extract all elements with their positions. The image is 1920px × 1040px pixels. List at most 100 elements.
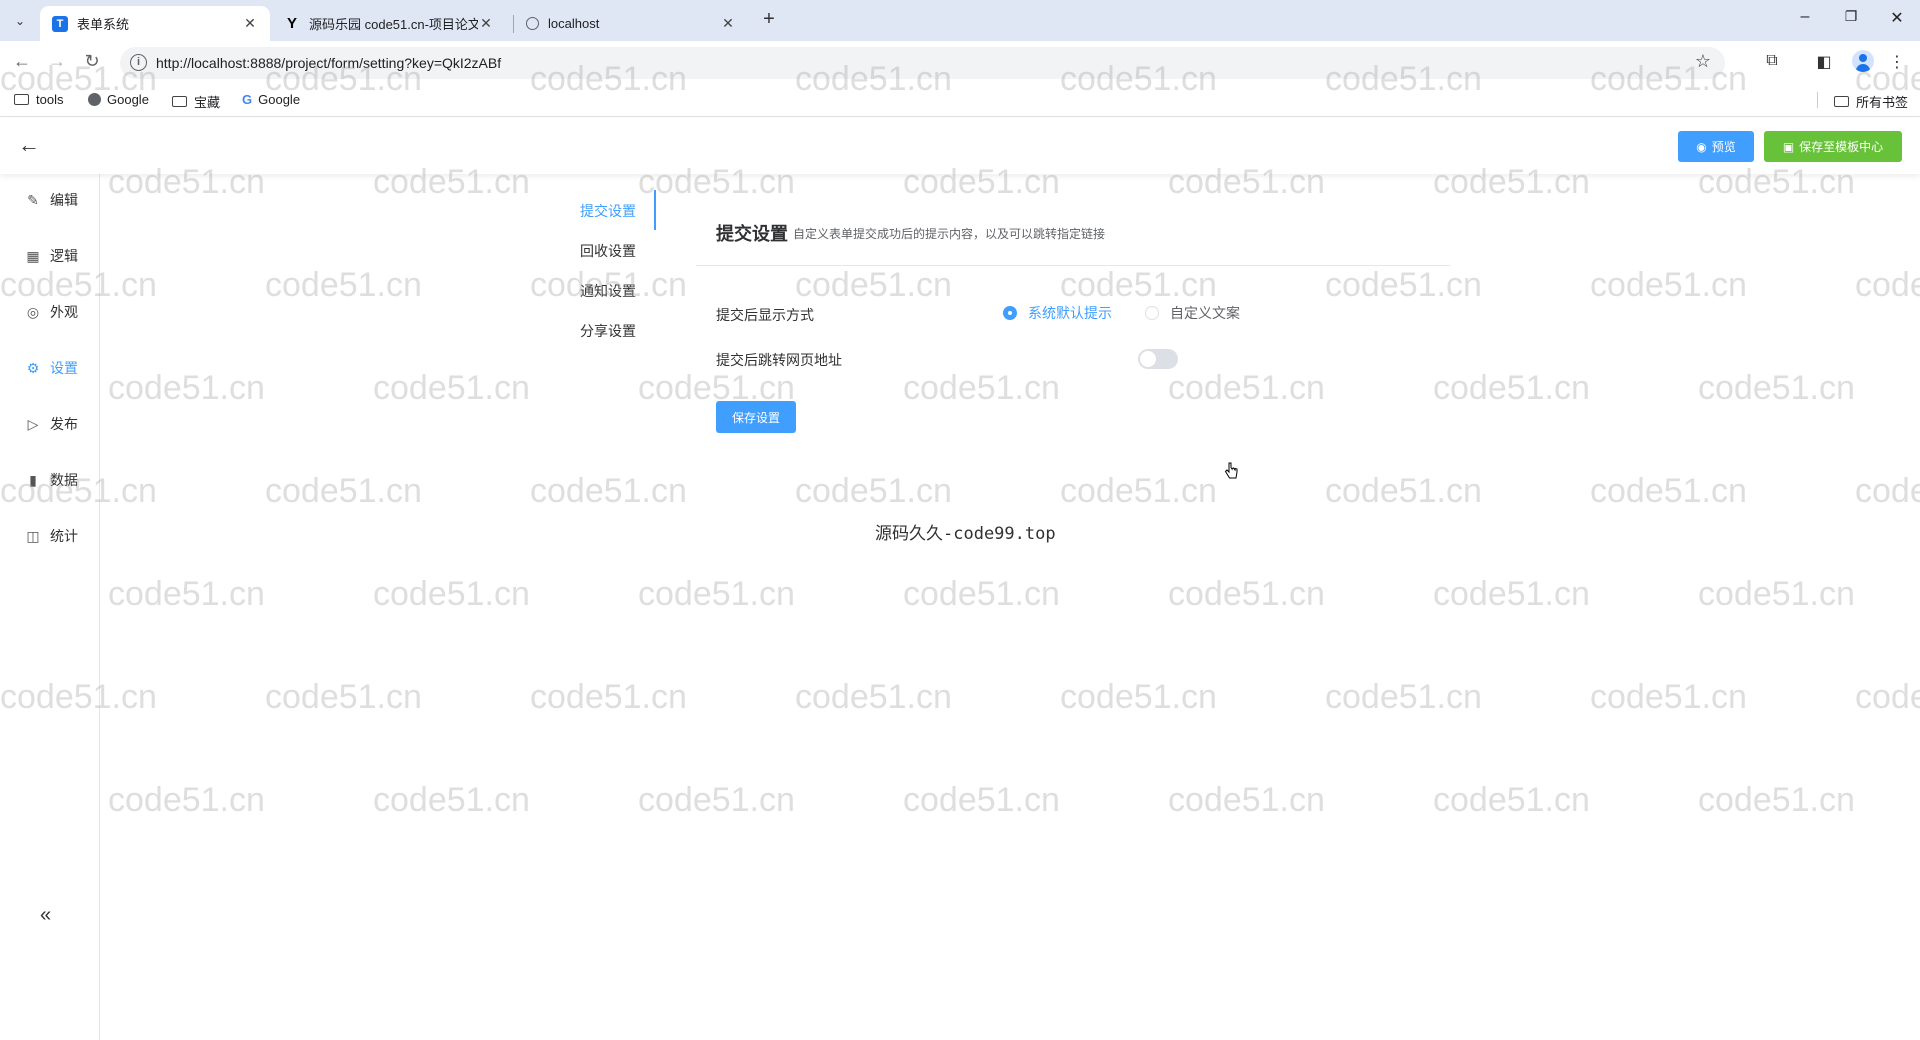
watermark-text: code51.cn [1855,472,1920,510]
watermark-text: code51.cn [795,472,952,510]
watermark-text: code51.cn [1590,678,1747,716]
watermark-text: code51.cn [530,678,687,716]
watermark-text: code51.cn [530,472,687,510]
watermark-text: code51.cn [795,266,952,304]
radio-custom-text[interactable]: 自定义文案 [1145,303,1240,323]
google-icon: G [242,92,253,107]
bookmarks-separator [1817,92,1818,108]
bookmark-treasure[interactable]: 宝藏 [172,92,220,111]
address-url[interactable]: http://localhost:8888/project/form/setti… [156,55,501,71]
all-bookmarks[interactable]: 所有书签 [1834,92,1908,111]
folder-icon [1834,96,1849,107]
preview-button[interactable]: ◉ 预览 [1678,131,1754,162]
back-icon[interactable]: ← [10,51,34,72]
bookmarks-bar: tools Google 宝藏 G Google 所有书签 [0,83,1920,117]
radio-system-default[interactable]: 系统默认提示 [1003,303,1112,323]
watermark-text: code51.cn [373,781,530,819]
extensions-icon[interactable]: ⧉ [1761,52,1783,70]
window-close-icon[interactable]: ✕ [1882,8,1912,28]
folder-icon [172,96,187,107]
minimize-icon[interactable]: – [1790,8,1820,26]
bookmark-star-icon[interactable]: ☆ [1695,51,1711,72]
watermark-text: code51.cn [1855,678,1920,716]
subnav-active-indicator [654,190,656,230]
gear-icon: ⚙ [26,359,40,376]
side-panel-icon[interactable]: ◧ [1813,52,1835,72]
hand-cursor-icon [1224,462,1238,479]
watermark-text: code51.cn [638,575,795,613]
browser-tab-code51[interactable]: Y 源码乐园 code51.cn-项目论文 ✕ [272,6,506,41]
watermark-text: code51.cn [1433,575,1590,613]
watermark-text: code51.cn [1698,369,1855,407]
watermark-text: code51.cn [373,369,530,407]
radio-checked-icon [1003,306,1017,320]
menu-kebab-icon[interactable]: ⋮ [1886,52,1908,72]
watermark-text: code51.cn [1433,781,1590,819]
forward-icon[interactable]: → [45,51,69,72]
watermark-text: code51.cn [108,575,265,613]
grid-icon: ▦ [26,247,40,264]
new-tab-icon[interactable]: + [758,8,780,31]
browser-tab-form-system[interactable]: T 表单系统 ✕ [40,6,270,41]
sidebar-item-settings[interactable]: ⚙ 设置 [24,356,78,380]
left-sidebar: ✎ 编辑 ▦ 逻辑 ◎ 外观 ⚙ 设置 ▷ 发布 ▮ 数据 ◫ 统计 « [0,174,100,1040]
subnav-submit-settings[interactable]: 提交设置 [580,201,636,221]
subnav-share-settings[interactable]: 分享设置 [580,321,636,341]
watermark-text: code51.cn [1168,781,1325,819]
sidebar-item-publish[interactable]: ▷ 发布 [24,412,78,436]
play-icon: ▷ [27,415,39,432]
subnav-recycle-settings[interactable]: 回收设置 [580,241,636,261]
watermark-text: code51.cn [265,266,422,304]
watermark-text: code51.cn [108,369,265,407]
y-favicon-icon: Y [286,15,297,32]
close-tab-icon[interactable]: ✕ [720,15,736,32]
watermark-text: code51.cn [1060,266,1217,304]
page-title: 提交设置 [716,224,788,244]
save-to-template-center-button[interactable]: ▣ 保存至模板中心 [1764,131,1902,162]
app-header: ← ◉ 预览 ▣ 保存至模板中心 [0,118,1920,174]
watermark-text: code51.cn [265,472,422,510]
watermark-text: code51.cn [1168,575,1325,613]
watermark-text: code51.cn [1590,266,1747,304]
subnav-notify-settings[interactable]: 通知设置 [580,281,636,301]
sidebar-item-logic[interactable]: ▦ 逻辑 [24,244,78,268]
watermark-text: code51.cn [265,678,422,716]
restore-icon[interactable]: ❐ [1836,8,1866,25]
title-divider [696,265,1450,266]
profile-avatar-icon[interactable] [1852,50,1874,72]
save-icon: ▣ [1782,139,1795,154]
watermark-text: code51.cn [373,575,530,613]
watermark-text: code51.cn [1855,266,1920,304]
watermark-text: code51.cn [108,781,265,819]
reload-icon[interactable]: ↻ [80,51,104,72]
sidebar-item-edit[interactable]: ✎ 编辑 [24,188,78,212]
tab-search-icon[interactable]: ⌄ [8,9,32,33]
radio-unchecked-icon [1145,306,1159,320]
redirect-toggle-switch[interactable] [1138,349,1178,369]
eye-icon: ◉ [1696,139,1707,154]
close-tab-icon[interactable]: ✕ [242,15,258,32]
browser-tab-localhost[interactable]: localhost ✕ [514,6,748,41]
bookmark-google-2[interactable]: G Google [242,92,300,107]
app-back-arrow-icon[interactable]: ← [18,132,40,158]
sidebar-item-statistics[interactable]: ◫ 统计 [24,524,78,548]
edit-icon: ✎ [27,191,39,208]
site-info-icon[interactable]: i [130,54,147,71]
bookmark-tools[interactable]: tools [14,92,63,107]
watermark-text: code51.cn [1060,678,1217,716]
sidebar-item-data[interactable]: ▮ 数据 [24,468,78,492]
collapse-sidebar-icon[interactable]: « [40,904,51,927]
watermark-text: code51.cn [1325,266,1482,304]
footer-watermark-text: 源码久久-code99.top [875,524,1056,544]
stats-icon: ◫ [26,527,40,544]
address-bar[interactable]: i http://localhost:8888/project/form/set… [120,47,1725,79]
watermark-text: code51.cn [903,781,1060,819]
close-tab-icon[interactable]: ✕ [478,15,494,32]
bar-chart-icon: ▮ [29,471,37,488]
sidebar-item-appearance[interactable]: ◎ 外观 [24,300,78,324]
watermark-text: code51.cn [1698,575,1855,613]
watermark-text: code51.cn [903,575,1060,613]
watermark-text: code51.cn [1590,472,1747,510]
save-settings-button[interactable]: 保存设置 [716,401,796,433]
bookmark-google-1[interactable]: Google [88,92,149,107]
